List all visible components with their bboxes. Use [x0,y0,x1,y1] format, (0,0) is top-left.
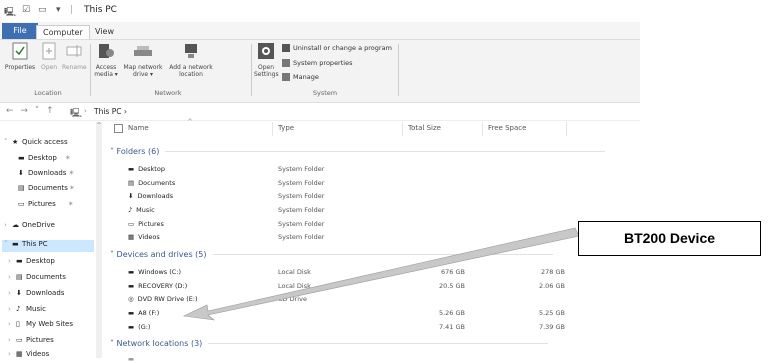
annotation-arrow [182,227,580,321]
callout-label: BT200 Device [578,221,761,256]
annotation-overlay [182,227,580,321]
